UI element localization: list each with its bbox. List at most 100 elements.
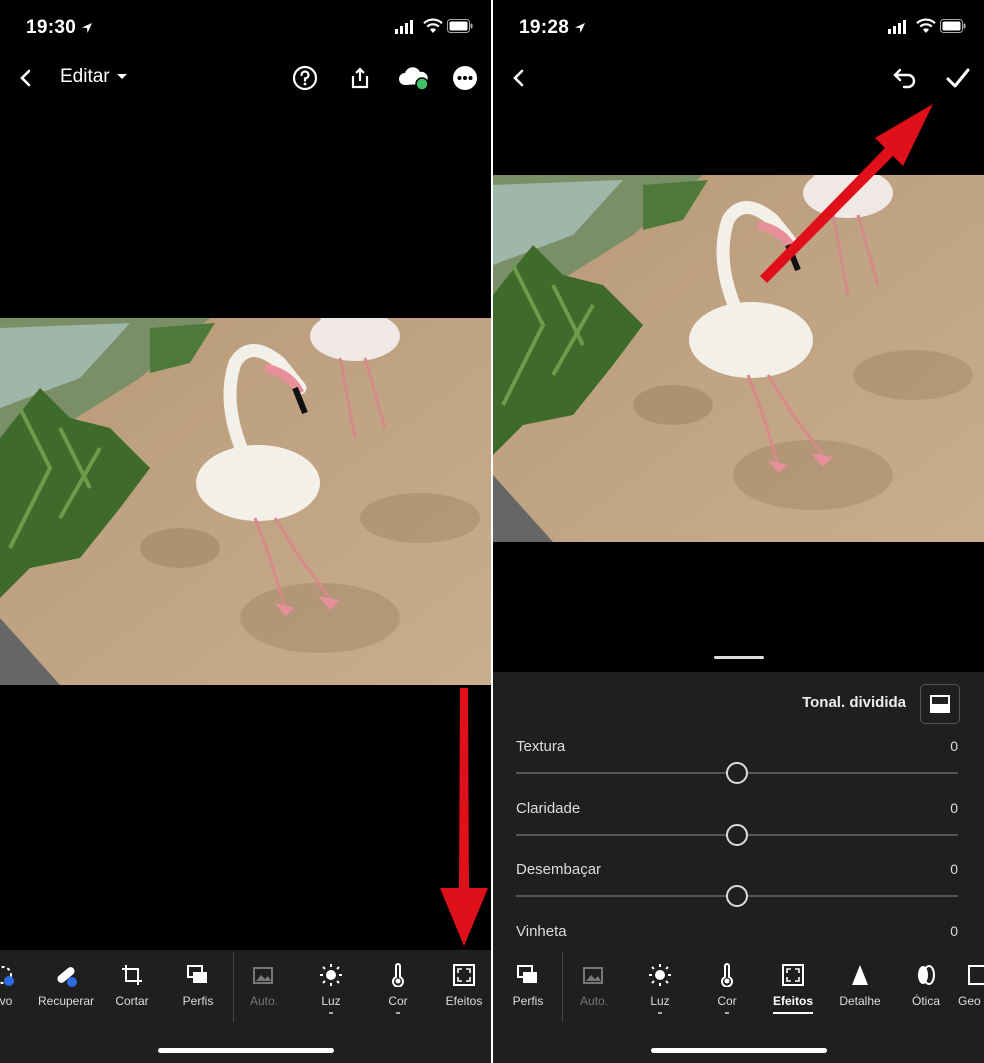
tool-perfis[interactable]: Perfis: [495, 962, 561, 1008]
diagonal-arrow-annotation-icon: [760, 104, 933, 283]
tool-geometria[interactable]: Geo: [948, 962, 984, 1008]
split-toning-label[interactable]: Tonal. dividida: [802, 694, 906, 711]
status-time: 19:28: [519, 17, 570, 38]
crop-icon: [122, 965, 142, 985]
slider-knob[interactable]: [726, 885, 748, 907]
more-options-button[interactable]: [449, 62, 481, 94]
tool-label: Perfis: [512, 994, 544, 1008]
slider-label: Vinheta: [516, 923, 567, 940]
profiles-icon: [187, 965, 207, 983]
edit-toolbar: tivo Recuperar Cortar Perfis Auto.: [0, 950, 491, 1063]
auto-image-icon: [253, 967, 273, 984]
tool-label: Auto.: [579, 994, 609, 1008]
split-toning-icon: [930, 695, 950, 713]
checkmark-icon: [946, 68, 970, 88]
slider-textura: Textura 0: [516, 738, 958, 788]
status-bar: 19:30: [0, 0, 491, 56]
slider-value: 0: [950, 923, 958, 939]
back-button[interactable]: [503, 62, 535, 94]
more-icon: [453, 66, 477, 90]
slider-label: Textura: [516, 738, 566, 755]
chevron-left-icon: [513, 69, 524, 87]
slider-value: 0: [950, 800, 958, 816]
tool-efeitos[interactable]: Efeitos: [760, 962, 826, 1014]
edit-toolbar: Perfis Auto. Luz Cor Efeitos Detalhe Óti…: [493, 950, 984, 1063]
share-button[interactable]: [344, 62, 376, 94]
effects-frame-icon: [453, 964, 475, 986]
sun-icon: [649, 964, 671, 986]
home-indicator[interactable]: [157, 1048, 334, 1053]
tool-detalhe[interactable]: Detalhe: [827, 962, 893, 1008]
back-button[interactable]: [10, 62, 42, 94]
confirm-button[interactable]: [942, 62, 974, 94]
tool-efeitos[interactable]: Efeitos: [431, 962, 491, 1008]
home-indicator[interactable]: [650, 1048, 827, 1053]
geometry-icon: [968, 965, 984, 985]
tool-luz[interactable]: Luz: [627, 962, 693, 1014]
slider-value: 0: [950, 738, 958, 754]
tool-label: Detalhe: [839, 994, 881, 1008]
flamingo-photo: [0, 318, 491, 685]
help-button[interactable]: [289, 62, 321, 94]
slider-knob[interactable]: [726, 824, 748, 846]
slider-claridade: Claridade 0: [516, 800, 958, 850]
slider-label: Desembaçar: [516, 861, 602, 878]
status-time: 19:30: [26, 17, 77, 38]
slider-desembacar: Desembaçar 0: [516, 861, 958, 911]
tool-label: Perfis: [182, 994, 214, 1008]
share-icon: [351, 67, 369, 89]
undo-button[interactable]: [889, 62, 921, 94]
slider-label: Claridade: [516, 800, 581, 817]
edit-mode-dropdown[interactable]: Editar: [60, 66, 128, 88]
tool-label: Efeitos: [772, 994, 813, 1014]
thermometer-icon: [392, 963, 404, 987]
edit-title: Editar: [60, 66, 110, 87]
tool-luz[interactable]: Luz: [298, 962, 364, 1014]
slider-knob[interactable]: [726, 762, 748, 784]
caret-down-icon: [116, 74, 127, 79]
photo-preview[interactable]: [0, 318, 491, 685]
optics-lens-icon: [918, 965, 935, 985]
tool-label: Luz: [321, 994, 341, 1008]
tool-perfis[interactable]: Perfis: [165, 962, 231, 1008]
tool-label: Cor: [388, 994, 408, 1008]
chevron-left-icon: [20, 69, 31, 87]
tool-label: tivo: [0, 994, 13, 1008]
auto-image-icon: [583, 967, 603, 984]
tool-cor[interactable]: Cor: [694, 962, 760, 1014]
undo-icon: [893, 68, 916, 89]
tool-label: Efeitos: [445, 994, 483, 1008]
cloud-sync-icon: [399, 67, 429, 91]
sun-icon: [320, 964, 342, 986]
selective-icon: [0, 966, 14, 986]
wifi-icon: [423, 18, 443, 33]
slider-value: 0: [950, 861, 958, 877]
cellular-signal-icon: [395, 20, 413, 34]
location-arrow-icon: [82, 23, 92, 33]
wifi-icon: [916, 18, 936, 33]
split-toning-button[interactable]: [920, 684, 960, 724]
tool-selective[interactable]: tivo: [0, 962, 36, 1008]
tool-cor[interactable]: Cor: [365, 962, 431, 1014]
detail-triangle-icon: [852, 965, 868, 985]
help-icon: [292, 65, 318, 91]
healing-bandage-icon: [57, 967, 77, 987]
profiles-icon: [517, 965, 537, 983]
tool-label: Auto.: [249, 994, 279, 1008]
location-arrow-icon: [575, 23, 585, 33]
down-arrow-annotation-icon: [440, 688, 488, 946]
tool-cortar[interactable]: Cortar: [99, 962, 165, 1008]
tool-recuperar[interactable]: Recuperar: [33, 962, 99, 1008]
panel-grab-handle[interactable]: [714, 656, 764, 659]
tool-label: Geo: [958, 994, 981, 1008]
cloud-sync-button[interactable]: [396, 62, 432, 94]
thermometer-icon: [721, 963, 733, 987]
status-bar: 19:28: [493, 0, 984, 56]
battery-icon: [447, 19, 473, 33]
tool-auto[interactable]: Auto.: [561, 962, 627, 1008]
effects-panel: Tonal. dividida Textura 0 Claridade 0 De…: [493, 672, 984, 952]
left-screen: 19:30 Editar vo Recuperar Cortar Perfis …: [0, 0, 491, 1063]
tool-label: Cor: [717, 994, 737, 1008]
tool-auto[interactable]: Auto.: [231, 962, 297, 1008]
tool-label: Cortar: [115, 994, 149, 1008]
